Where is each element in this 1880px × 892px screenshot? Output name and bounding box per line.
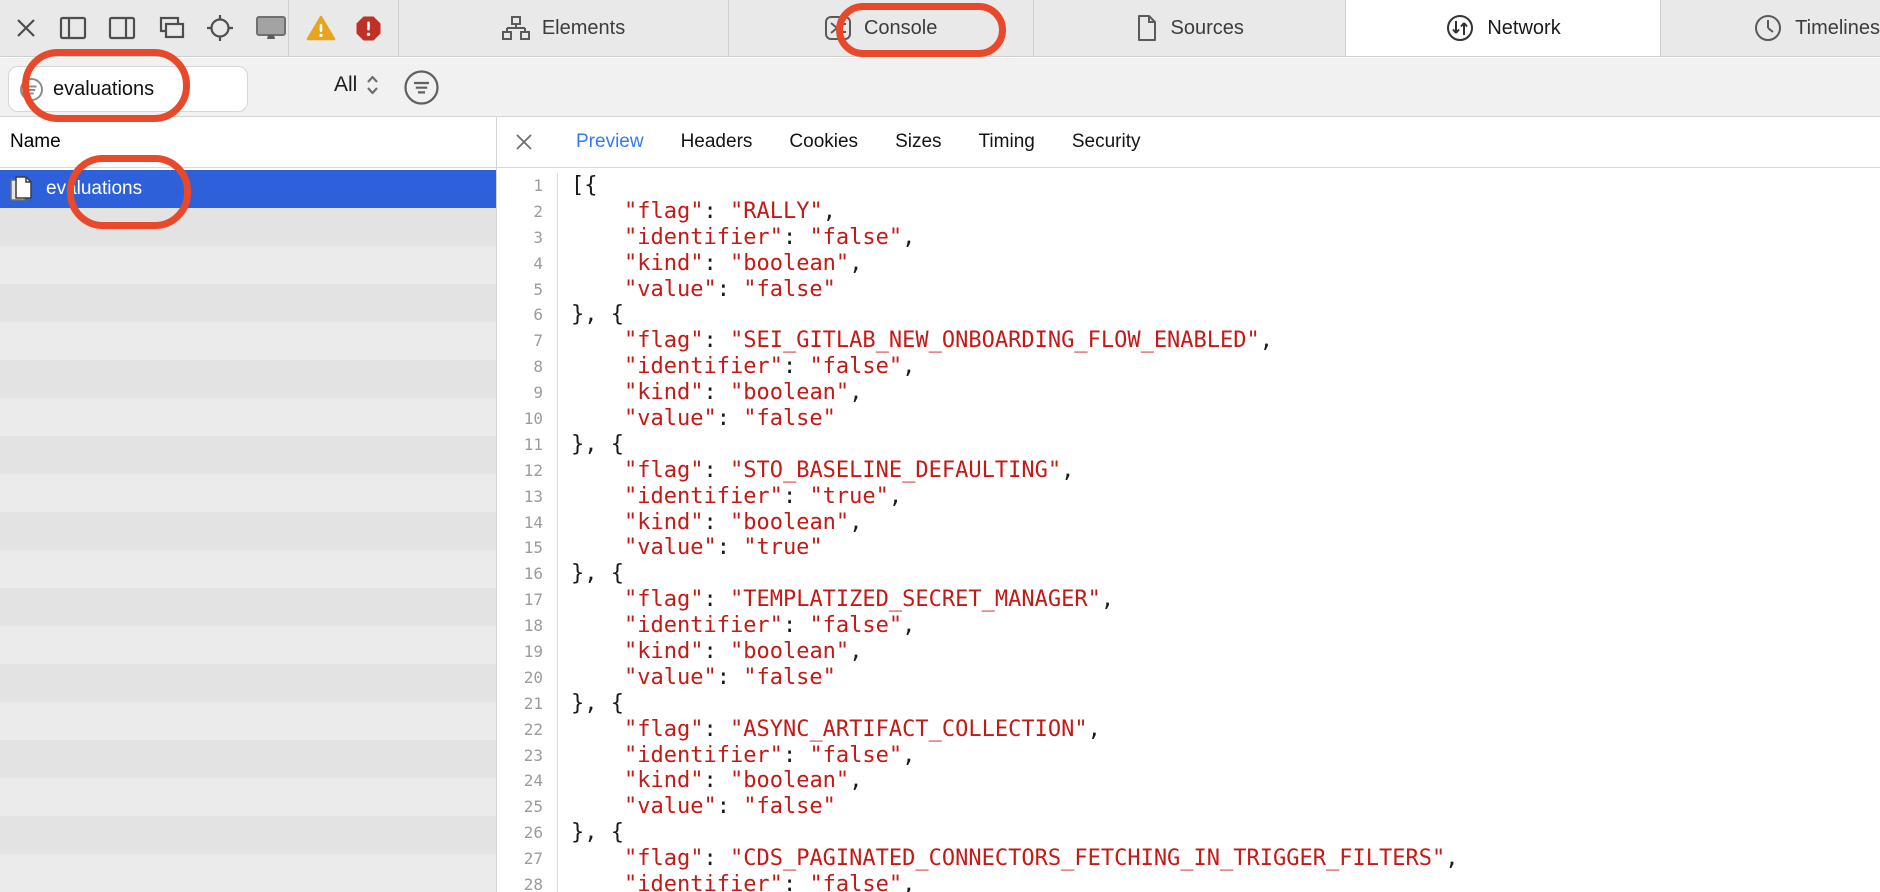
- errors-badge-icon[interactable]: [355, 15, 382, 42]
- web-inspector-window: Elements Console Sources Network Timelin: [0, 0, 1880, 892]
- detail-tab-preview[interactable]: Preview: [576, 131, 644, 153]
- code-line: 5 "value": "false": [497, 277, 1880, 303]
- network-content-split: Name evaluations Preview Headers: [0, 117, 1880, 892]
- code-line: 15 "value": "true": [497, 535, 1880, 561]
- filter-funnel-icon: [19, 77, 44, 102]
- code-line: 25 "value": "false": [497, 794, 1880, 820]
- request-detail-pane: Preview Headers Cookies Sizes Timing Sec…: [496, 117, 1880, 892]
- element-selector-crosshair-icon[interactable]: [205, 13, 235, 43]
- tab-label: Elements: [542, 17, 625, 40]
- scope-select-value: All: [334, 73, 357, 97]
- detail-tab-headers[interactable]: Headers: [681, 131, 753, 153]
- code-line: 16}, {: [497, 561, 1880, 587]
- code-line: 23 "identifier": "false",: [497, 743, 1880, 769]
- dock-side-left-icon[interactable]: [58, 15, 88, 41]
- empty-row-stripes: [0, 208, 496, 892]
- resource-doc-icon: [9, 175, 33, 203]
- code-line: 20 "value": "false": [497, 665, 1880, 691]
- tab-label: Sources: [1171, 17, 1244, 40]
- tab-console[interactable]: Console: [728, 0, 1033, 56]
- detail-tab-bar: Preview Headers Cookies Sizes Timing Sec…: [497, 117, 1880, 168]
- detail-tab-timing[interactable]: Timing: [979, 131, 1035, 153]
- code-line: 14 "kind": "boolean",: [497, 510, 1880, 536]
- detail-tab-security[interactable]: Security: [1072, 131, 1141, 153]
- inspector-toolbar: Elements Console Sources Network Timelin: [0, 0, 1880, 57]
- console-icon: [824, 15, 852, 41]
- undock-window-icon[interactable]: [156, 14, 186, 42]
- tab-label: Timelines: [1795, 17, 1880, 40]
- network-filter-bar: evaluations All: [0, 58, 1880, 117]
- request-row-evaluations[interactable]: evaluations: [0, 170, 496, 208]
- close-detail-icon[interactable]: [513, 131, 535, 153]
- code-line: 21}, {: [497, 691, 1880, 717]
- warnings-badge-icon[interactable]: [306, 14, 336, 42]
- code-line: 18 "identifier": "false",: [497, 613, 1880, 639]
- code-line: 22 "flag": "ASYNC_ARTIFACT_COLLECTION",: [497, 717, 1880, 743]
- code-line: 1[{: [497, 173, 1880, 199]
- code-line: 12 "flag": "STO_BASELINE_DEFAULTING",: [497, 458, 1880, 484]
- requests-panel: Name evaluations: [0, 117, 496, 892]
- resource-scope-select[interactable]: All: [334, 73, 380, 97]
- filter-options-button[interactable]: [403, 69, 440, 106]
- network-arrows-icon: [1445, 13, 1475, 43]
- device-display-icon[interactable]: [254, 13, 288, 43]
- code-line: 17 "flag": "TEMPLATIZED_SECRET_MANAGER",: [497, 587, 1880, 613]
- issue-badges: [288, 0, 398, 56]
- close-inspector-icon[interactable]: [13, 15, 39, 41]
- detail-tab-cookies[interactable]: Cookies: [789, 131, 858, 153]
- json-preview: 1[{2 "flag": "RALLY",3 "identifier": "fa…: [497, 168, 1880, 892]
- code-line: 2 "flag": "RALLY",: [497, 199, 1880, 225]
- tab-network[interactable]: Network: [1345, 0, 1660, 56]
- request-list: evaluations: [0, 169, 496, 892]
- code-line: 19 "kind": "boolean",: [497, 639, 1880, 665]
- code-line: 3 "identifier": "false",: [497, 225, 1880, 251]
- code-line: 26}, {: [497, 820, 1880, 846]
- code-line: 6}, {: [497, 302, 1880, 328]
- dock-side-right-icon[interactable]: [107, 15, 137, 41]
- filter-input[interactable]: evaluations: [8, 66, 248, 112]
- chevron-up-down-icon: [365, 74, 380, 96]
- code-lines: 1[{2 "flag": "RALLY",3 "identifier": "fa…: [497, 173, 1880, 892]
- code-line: 13 "identifier": "true",: [497, 484, 1880, 510]
- detail-tab-sizes[interactable]: Sizes: [895, 131, 941, 153]
- code-line: 27 "flag": "CDS_PAGINATED_CONNECTORS_FET…: [497, 846, 1880, 872]
- tab-label: Console: [864, 17, 937, 40]
- request-row-label: evaluations: [46, 178, 142, 200]
- tab-timelines[interactable]: Timelines: [1660, 0, 1880, 56]
- toolbar-icon-strip: [0, 0, 288, 56]
- tab-elements[interactable]: Elements: [398, 0, 728, 56]
- clock-icon: [1753, 13, 1783, 43]
- name-column-header[interactable]: Name: [0, 117, 496, 168]
- code-line: 4 "kind": "boolean",: [497, 251, 1880, 277]
- code-line: 7 "flag": "SEI_GITLAB_NEW_ONBOARDING_FLO…: [497, 328, 1880, 354]
- code-line: 28 "identifier": "false",: [497, 872, 1880, 892]
- tab-label: Network: [1487, 17, 1560, 40]
- code-line: 10 "value": "false": [497, 406, 1880, 432]
- document-icon: [1135, 14, 1159, 42]
- filter-input-value: evaluations: [53, 78, 154, 101]
- code-line: 8 "identifier": "false",: [497, 354, 1880, 380]
- tab-sources[interactable]: Sources: [1033, 0, 1345, 56]
- code-line: 24 "kind": "boolean",: [497, 768, 1880, 794]
- code-line: 11}, {: [497, 432, 1880, 458]
- code-line: 9 "kind": "boolean",: [497, 380, 1880, 406]
- hierarchy-icon: [502, 15, 530, 41]
